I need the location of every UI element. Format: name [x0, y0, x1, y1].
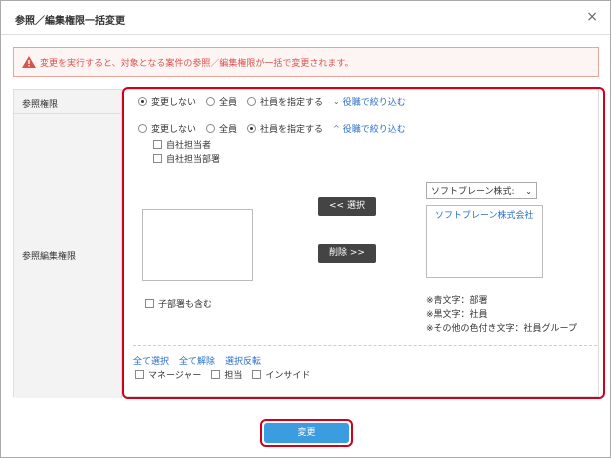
view-radio-specify[interactable]: 社員を指定する: [247, 95, 323, 108]
edit-radio-nochange[interactable]: 変更しない: [138, 122, 196, 135]
edit-permission-label: 参照編集権限: [22, 252, 77, 262]
radio-icon[interactable]: [247, 124, 257, 133]
view-permission-options: 変更しない 全員 社員を指定する ⌄ 役職で絞り込む: [138, 95, 416, 108]
close-icon[interactable]: ×: [586, 9, 598, 25]
checkbox-own-staff[interactable]: 自社担当者: [153, 138, 211, 151]
dialog-title: 参照／編集権限一括変更: [15, 16, 125, 27]
warning-icon: [22, 56, 36, 68]
role-inside[interactable]: インサイド: [252, 368, 310, 381]
checkbox-icon[interactable]: [145, 299, 154, 308]
role-checkboxes: マネージャー 担当 インサイド: [135, 368, 320, 381]
radio-icon[interactable]: [247, 97, 257, 106]
divider: [133, 345, 597, 346]
radio-icon[interactable]: [138, 124, 147, 133]
edit-permission-options: 変更しない 全員 社員を指定する ^ 役職で絞り込む: [138, 122, 416, 135]
select-all-link[interactable]: 全て選択: [133, 354, 169, 367]
invert-selection-link[interactable]: 選択反転: [225, 354, 261, 367]
edit-filter-link[interactable]: ^ 役職で絞り込む: [333, 122, 406, 135]
note-blue: ※青文字：部署: [426, 296, 488, 306]
view-permission-label: 参照権限: [22, 100, 59, 110]
deselect-all-link[interactable]: 全て解除: [179, 354, 215, 367]
role-staff[interactable]: 担当: [211, 368, 242, 381]
edit-radio-all[interactable]: 全員: [206, 122, 237, 135]
checkbox-own-dept[interactable]: 自社担当部署: [153, 152, 220, 165]
view-filter-link[interactable]: ⌄ 役職で絞り込む: [333, 95, 406, 108]
chevron-down-icon: ⌄: [333, 97, 340, 106]
view-radio-all[interactable]: 全員: [206, 95, 237, 108]
warning-alert: 変更を実行すると、対象となる案件の参照／編集権限が一括で変更されます。: [13, 47, 599, 77]
edit-radio-specify[interactable]: 社員を指定する: [247, 122, 323, 135]
checkbox-icon[interactable]: [211, 370, 221, 379]
radio-icon[interactable]: [206, 124, 216, 133]
submit-button[interactable]: 変更: [264, 423, 349, 443]
note-other: ※その他の色付き文字：社員グループ: [426, 324, 578, 334]
role-links: 全て選択 全て解除 選択反転: [133, 354, 271, 367]
view-permission-label-cell: 参照権限: [14, 90, 122, 114]
checkbox-icon[interactable]: [153, 154, 162, 163]
remove-button[interactable]: 削除 >>: [318, 244, 376, 263]
view-radio-nochange[interactable]: 変更しない: [138, 95, 196, 108]
note-black: ※黒文字：社員: [426, 310, 488, 320]
checkbox-icon[interactable]: [135, 370, 144, 379]
checkbox-icon[interactable]: [252, 370, 262, 379]
company-list-item[interactable]: ソフトブレーン株式会社: [435, 208, 534, 221]
chevron-down-icon: ⌄: [525, 187, 532, 196]
dialog-header: 参照／編集権限一括変更 ×: [1, 1, 610, 35]
chevron-up-icon: ^: [333, 124, 340, 133]
role-manager[interactable]: マネージャー: [135, 368, 201, 381]
permission-dialog: 参照／編集権限一括変更 × 変更を実行すると、対象となる案件の参照／編集権限が一…: [0, 0, 611, 458]
include-sub-dept-checkbox[interactable]: 子部署も含む: [145, 297, 212, 310]
radio-icon[interactable]: [138, 97, 147, 106]
company-select[interactable]: ソフトブレーン株式: ⌄: [426, 182, 537, 199]
selected-members-list[interactable]: [142, 209, 253, 281]
warning-text: 変更を実行すると、対象となる案件の参照／編集権限が一括で変更されます。: [40, 59, 354, 69]
edit-permission-label-cell: 参照編集権限: [14, 114, 122, 398]
select-button[interactable]: << 選択: [318, 197, 376, 216]
checkbox-icon[interactable]: [153, 140, 162, 149]
radio-icon[interactable]: [206, 97, 216, 106]
